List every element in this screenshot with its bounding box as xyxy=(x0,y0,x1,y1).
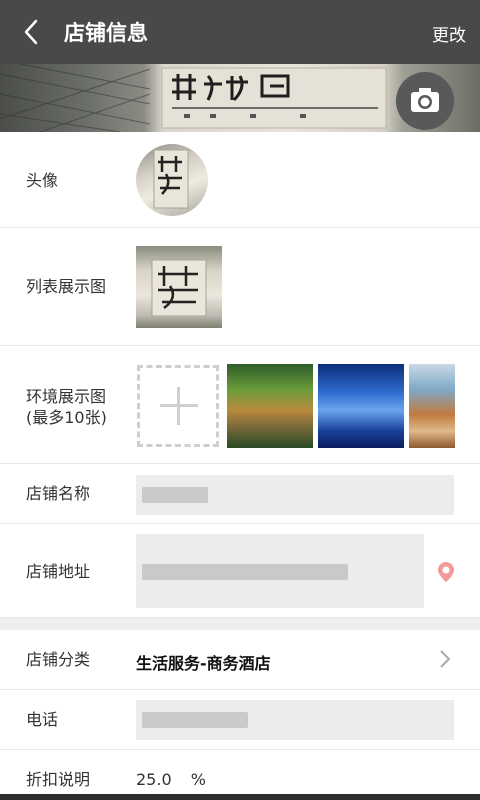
avatar-label: 头像 xyxy=(26,171,59,190)
discount-label: 折扣说明 xyxy=(26,770,91,789)
environment-image-1[interactable] xyxy=(227,364,313,448)
phone-label: 电话 xyxy=(26,710,59,729)
phone-field[interactable] xyxy=(136,700,454,740)
add-image-button[interactable] xyxy=(137,365,219,447)
plus-icon-vertical xyxy=(177,387,180,425)
shop-category-label: 店铺分类 xyxy=(26,650,91,669)
shop-name-redacted xyxy=(142,487,208,503)
bottom-edge xyxy=(0,794,480,800)
page-title: 店铺信息 xyxy=(64,21,148,45)
environment-images-limit: (最多10张) xyxy=(26,408,107,427)
camera-icon xyxy=(411,88,439,112)
list-image-graphic xyxy=(151,259,207,317)
discount-row: 折扣说明 xyxy=(0,750,480,800)
phone-redacted xyxy=(142,712,248,728)
shop-address-label: 店铺地址 xyxy=(26,562,91,581)
avatar-graphic xyxy=(153,149,189,209)
section-divider xyxy=(0,618,480,630)
shop-name-field[interactable] xyxy=(136,475,454,515)
list-image-label: 列表展示图 xyxy=(26,277,107,296)
edit-button[interactable]: 更改 xyxy=(432,21,466,46)
back-icon[interactable] xyxy=(18,18,46,46)
chevron-right-icon xyxy=(440,650,451,668)
environment-image-2[interactable] xyxy=(318,364,404,448)
list-image[interactable] xyxy=(136,246,222,328)
discount-unit: % xyxy=(190,770,206,789)
avatar-image[interactable] xyxy=(136,144,208,216)
environment-images-label: 环境展示图 xyxy=(26,387,107,406)
location-pin-icon[interactable] xyxy=(434,560,458,584)
environment-image-3[interactable] xyxy=(409,364,455,448)
shop-address-field[interactable] xyxy=(136,534,424,608)
discount-value[interactable]: 25.0 % xyxy=(136,770,206,789)
shop-address-redacted xyxy=(142,564,348,580)
top-bar: 店铺信息 更改 xyxy=(0,0,480,64)
avatar-row[interactable]: 头像 xyxy=(0,132,480,228)
list-image-row[interactable]: 列表展示图 xyxy=(0,228,480,346)
shop-name-label: 店铺名称 xyxy=(26,484,91,503)
discount-number: 25.0 xyxy=(136,770,172,789)
shop-category-value: 生活服务-商务酒店 xyxy=(136,654,271,673)
camera-button[interactable] xyxy=(396,72,454,130)
